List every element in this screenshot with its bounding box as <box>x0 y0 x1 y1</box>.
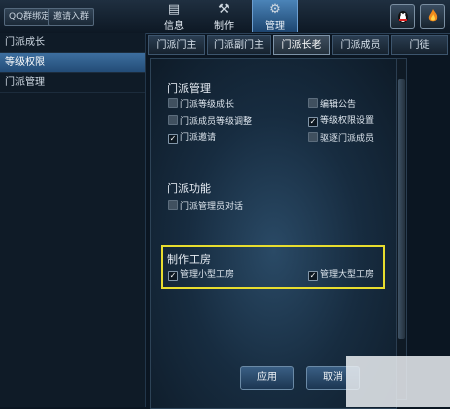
tab-info-label: 信息 <box>164 21 184 32</box>
checkbox[interactable] <box>308 98 318 108</box>
scrollbar-thumb[interactable] <box>398 79 405 339</box>
option-manage-large-workshop[interactable]: ✓ 管理大型工房 <box>308 269 374 281</box>
tab-vice-master[interactable]: 门派副门主 <box>207 35 271 55</box>
scrollbar[interactable] <box>396 58 407 400</box>
option-label: 门派邀请 <box>180 133 217 143</box>
checkbox-checked[interactable]: ✓ <box>308 271 318 281</box>
section-title-function: 门派功能 <box>167 182 211 195</box>
checkbox-checked[interactable]: ✓ <box>168 134 178 144</box>
option-label: 门派管理员对话 <box>180 202 244 212</box>
option-edit-announcement[interactable]: 编辑公告 <box>308 98 356 110</box>
top-bar: QQ群绑定 邀请入群 ▤ 信息 ⚒ 制作 ⚙ 管理 <box>0 0 450 34</box>
section-title-workshop: 制作工房 <box>167 253 211 266</box>
invite-join-button[interactable]: 邀请入群 <box>48 8 95 26</box>
tab-sect-master[interactable]: 门派门主 <box>148 35 205 55</box>
option-label: 门派成员等级调整 <box>180 117 253 127</box>
gears-icon: ⚙ <box>269 2 281 17</box>
option-expel-member[interactable]: 驱逐门派成员 <box>308 132 374 144</box>
checkbox-checked[interactable]: ✓ <box>308 117 318 127</box>
tab-disciple[interactable]: 门徒 <box>391 35 448 55</box>
info-icon: ▤ <box>167 2 181 17</box>
option-label: 等级权限设置 <box>320 116 375 126</box>
role-tabs: 门派门主 门派副门主 门派长老 门派成员 门徒 <box>148 35 450 55</box>
hammer-icon: ⚒ <box>218 2 230 17</box>
sidebar-item-level-permission[interactable]: 等级权限 <box>0 53 145 73</box>
option-member-level-adjust[interactable]: 门派成员等级调整 <box>168 115 252 127</box>
sidebar-item-management[interactable]: 门派管理 <box>0 73 145 93</box>
penguin-icon[interactable] <box>390 4 415 29</box>
option-manage-small-workshop[interactable]: ✓ 管理小型工房 <box>168 269 234 281</box>
tab-craft-label: 制作 <box>214 21 234 32</box>
tab-elder[interactable]: 门派长老 <box>273 35 330 55</box>
checkbox[interactable] <box>168 200 178 210</box>
option-label: 驱逐门派成员 <box>320 134 375 144</box>
checkbox[interactable] <box>308 132 318 142</box>
tab-info[interactable]: ▤ 信息 <box>152 0 196 32</box>
option-sect-level-growth[interactable]: 门派等级成长 <box>168 98 234 110</box>
sidebar-item-growth[interactable]: 门派成长 <box>0 33 145 53</box>
apply-button[interactable]: 应用 <box>240 366 294 390</box>
option-admin-dialog[interactable]: 门派管理员对话 <box>168 200 243 212</box>
tab-manage-label: 管理 <box>265 21 285 32</box>
tab-craft[interactable]: ⚒ 制作 <box>202 0 246 32</box>
option-sect-invite[interactable]: ✓ 门派邀请 <box>168 132 216 144</box>
section-title-management: 门派管理 <box>167 82 211 95</box>
sidebar: 门派成长 等级权限 门派管理 <box>0 33 146 407</box>
option-label: 编辑公告 <box>320 100 357 110</box>
option-label: 管理大型工房 <box>320 270 375 280</box>
option-label: 门派等级成长 <box>180 100 235 110</box>
tab-manage[interactable]: ⚙ 管理 <box>252 0 298 32</box>
fire-icon[interactable] <box>420 4 445 29</box>
checkbox[interactable] <box>168 115 178 125</box>
option-level-permission-setting[interactable]: ✓ 等级权限设置 <box>308 115 374 127</box>
tab-member[interactable]: 门派成员 <box>332 35 389 55</box>
checkbox-checked[interactable]: ✓ <box>168 271 178 281</box>
watermark-overlay <box>346 356 450 407</box>
option-label: 管理小型工房 <box>180 270 235 280</box>
checkbox[interactable] <box>168 98 178 108</box>
